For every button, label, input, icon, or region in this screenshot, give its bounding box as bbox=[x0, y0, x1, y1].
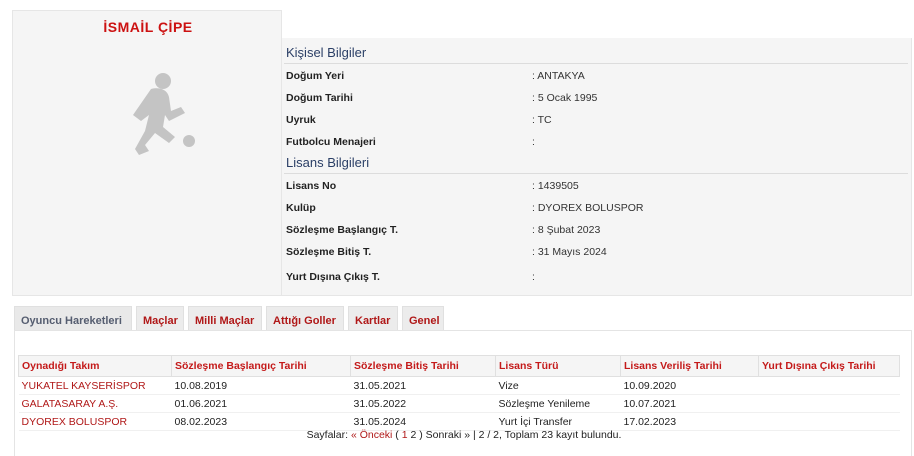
tab-goals[interactable]: Attığı Goller bbox=[266, 306, 344, 330]
abroad-exit-value: : bbox=[532, 271, 535, 283]
license-info-title: Lisans Bilgileri bbox=[286, 155, 370, 170]
column-header-license-date: Lisans Veriliş Tarihi bbox=[620, 355, 759, 377]
license-type-cell: Sözleşme Yenileme bbox=[495, 394, 621, 413]
column-header-contract-start: Sözleşme Başlangıç Tarihi bbox=[171, 355, 351, 377]
birthdate-value: : 5 Ocak 1995 bbox=[532, 92, 598, 104]
contract-end-cell: 31.05.2021 bbox=[350, 376, 496, 395]
tab-general[interactable]: Genel bbox=[402, 306, 444, 330]
contract-start-value: : 8 Şubat 2023 bbox=[532, 224, 601, 236]
agent-label: Futbolcu Menajeri bbox=[286, 136, 376, 148]
table-row: DYOREX BOLUSPOR 08.02.2023 31.05.2024 Yu… bbox=[18, 412, 900, 431]
player-moves-table: Oynadığı Takım Sözleşme Başlangıç Tarihi… bbox=[18, 355, 900, 431]
personal-info-title: Kişisel Bilgiler bbox=[286, 45, 367, 60]
nationality-value: : TC bbox=[532, 114, 552, 126]
abroad-exit-cell bbox=[758, 394, 900, 413]
contract-start-cell: 08.02.2023 bbox=[171, 412, 351, 431]
license-date-cell: 10.07.2021 bbox=[620, 394, 759, 413]
contract-end-value: : 31 Mayıs 2024 bbox=[532, 246, 607, 258]
table-header-row: Oynadığı Takım Sözleşme Başlangıç Tarihi… bbox=[18, 355, 900, 377]
tab-national-matches[interactable]: Milli Maçlar bbox=[188, 306, 262, 330]
table-row: GALATASARAY A.Ş. 01.06.2021 31.05.2022 S… bbox=[18, 394, 900, 413]
club-label: Kulüp bbox=[286, 202, 316, 214]
license-no-label: Lisans No bbox=[286, 180, 337, 192]
agent-value: : bbox=[532, 136, 535, 148]
pager-close: ) bbox=[416, 429, 426, 441]
license-date-cell: 10.09.2020 bbox=[620, 376, 759, 395]
contract-start-cell: 01.06.2021 bbox=[171, 394, 351, 413]
column-header-team: Oynadığı Takım bbox=[18, 355, 172, 377]
nationality-label: Uyruk bbox=[286, 114, 316, 126]
player-name: İSMAİL ÇİPE bbox=[103, 19, 193, 35]
license-type-cell: Vize bbox=[495, 376, 621, 395]
player-photo-panel: İSMAİL ÇİPE bbox=[12, 10, 282, 296]
tab-content-panel: Oynadığı Takım Sözleşme Başlangıç Tarihi… bbox=[14, 330, 912, 456]
contract-start-cell: 10.08.2019 bbox=[171, 376, 351, 395]
section-divider bbox=[284, 63, 908, 64]
column-header-license-type: Lisans Türü bbox=[495, 355, 621, 377]
contract-end-label: Sözleşme Bitiş T. bbox=[286, 246, 372, 258]
pager-next-link[interactable]: Sonraki » bbox=[426, 429, 470, 441]
table-row: YUKATEL KAYSERİSPOR 10.08.2019 31.05.202… bbox=[18, 376, 900, 395]
abroad-exit-label: Yurt Dışına Çıkış T. bbox=[286, 271, 380, 283]
pager-summary: | 2 / 2, Toplam 23 kayıt bulundu. bbox=[470, 429, 622, 441]
birthdate-label: Doğum Tarihi bbox=[286, 92, 353, 104]
abroad-exit-cell bbox=[758, 412, 900, 431]
license-date-cell: 17.02.2023 bbox=[620, 412, 759, 431]
contract-end-cell: 31.05.2022 bbox=[350, 394, 496, 413]
pager-prev-link[interactable]: « Önceki bbox=[351, 429, 392, 441]
team-cell: DYOREX BOLUSPOR bbox=[18, 412, 172, 431]
club-value: : DYOREX BOLUSPOR bbox=[532, 202, 644, 214]
player-header: İSMAİL ÇİPE Kişisel Bilgiler Doğum Yeri … bbox=[12, 10, 912, 296]
pager-page-1-link[interactable]: 1 bbox=[402, 429, 408, 441]
player-silhouette-icon bbox=[133, 73, 195, 155]
tab-player-moves[interactable]: Oyuncu Hareketleri bbox=[14, 306, 132, 330]
tab-cards[interactable]: Kartlar bbox=[348, 306, 398, 330]
column-header-abroad-exit: Yurt Dışına Çıkış Tarihi bbox=[758, 355, 900, 377]
pagination: Sayfalar: « Önceki ( 1 2 ) Sonraki » | 2… bbox=[15, 429, 913, 441]
pager-open: ( bbox=[392, 429, 402, 441]
abroad-exit-cell bbox=[758, 376, 900, 395]
license-no-value: : 1439505 bbox=[532, 180, 579, 192]
tab-matches[interactable]: Maçlar bbox=[136, 306, 184, 330]
team-cell: YUKATEL KAYSERİSPOR bbox=[18, 376, 172, 395]
birthplace-value: : ANTAKYA bbox=[532, 70, 585, 82]
column-header-contract-end: Sözleşme Bitiş Tarihi bbox=[350, 355, 496, 377]
license-type-cell: Yurt İçi Transfer bbox=[495, 412, 621, 431]
team-cell: GALATASARAY A.Ş. bbox=[18, 394, 172, 413]
birthplace-label: Doğum Yeri bbox=[286, 70, 345, 82]
pager-prefix: Sayfalar: bbox=[306, 429, 351, 441]
player-info-panel: Kişisel Bilgiler Doğum Yeri : ANTAKYA Do… bbox=[282, 38, 912, 296]
section-divider bbox=[284, 173, 908, 174]
contract-start-label: Sözleşme Başlangıç T. bbox=[286, 224, 399, 236]
contract-end-cell: 31.05.2024 bbox=[350, 412, 496, 431]
